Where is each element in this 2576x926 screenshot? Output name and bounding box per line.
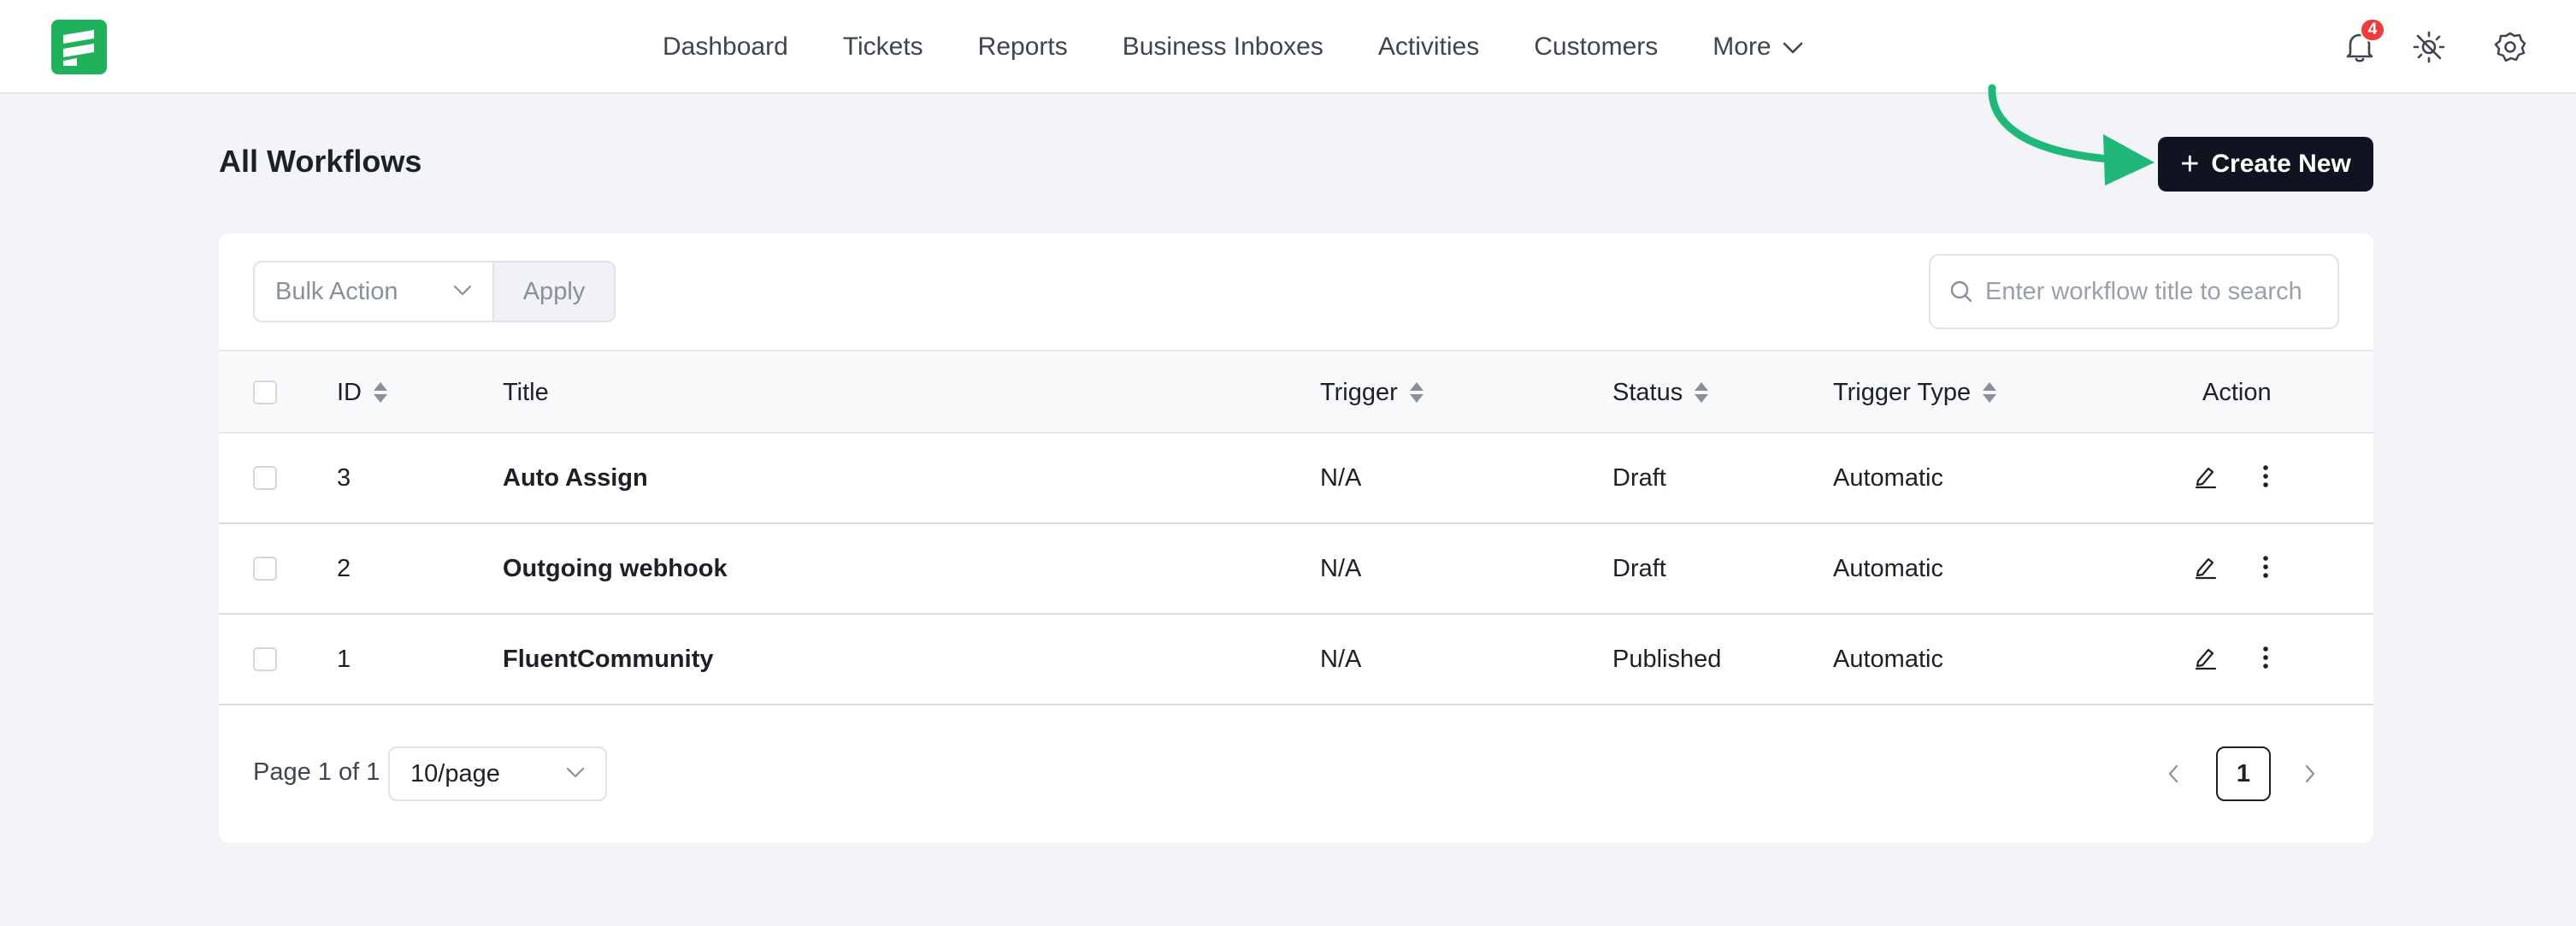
plus-icon: + (2180, 146, 2200, 182)
nav-more[interactable]: More (1712, 32, 1803, 62)
edit-button[interactable] (2190, 642, 2221, 673)
row-trigger: N/A (1320, 554, 1362, 582)
column-action-label: Action (2202, 378, 2272, 406)
column-title-label: Title (503, 378, 549, 406)
bulk-action-placeholder: Bulk Action (275, 277, 398, 305)
nav-dashboard[interactable]: Dashboard (663, 32, 788, 62)
row-title[interactable]: Auto Assign (503, 434, 648, 522)
edit-pen-icon (2195, 557, 2217, 580)
chevron-right-icon (2305, 764, 2315, 783)
search-box[interactable] (1929, 254, 2339, 329)
nav-more-label: More (1712, 32, 1771, 61)
column-id[interactable]: ID (337, 351, 389, 434)
row-trigger: N/A (1320, 645, 1362, 673)
workflows-card: Bulk Action Apply ID Title Trigger Statu… (219, 233, 2373, 843)
row-trigger: N/A (1320, 463, 1362, 492)
sort-icon (1409, 382, 1424, 403)
row-status: Draft (1612, 463, 1666, 492)
column-trigger-type[interactable]: Trigger Type (1833, 351, 1998, 434)
top-navbar: Dashboard Tickets Reports Business Inbox… (0, 0, 2576, 94)
annotation-arrow-icon (1988, 84, 2155, 186)
row-id: 1 (337, 645, 351, 673)
theme-toggle-button[interactable] (2410, 28, 2448, 66)
table-row[interactable]: 1 FluentCommunity N/A Published Automati… (219, 615, 2373, 705)
row-checkbox[interactable] (253, 466, 277, 490)
bulk-action-select[interactable]: Bulk Action (253, 261, 494, 322)
edit-button[interactable] (2190, 461, 2221, 492)
nav-activities[interactable]: Activities (1378, 32, 1479, 62)
page-title: All Workflows (219, 144, 422, 179)
column-trigger[interactable]: Trigger (1320, 351, 1425, 434)
column-action: Action (2202, 351, 2272, 434)
row-trigger-type: Automatic (1833, 554, 1943, 582)
sort-icon (1983, 382, 1997, 403)
more-actions-button[interactable] (2250, 461, 2281, 492)
search-icon (1950, 280, 1972, 303)
table-header: ID Title Trigger Status Trigger Type Act… (219, 350, 2373, 434)
apply-button[interactable]: Apply (492, 261, 616, 322)
chevron-down-icon (453, 285, 472, 296)
create-new-button[interactable]: + Create New (2158, 137, 2373, 192)
column-trigger-label: Trigger (1320, 378, 1398, 406)
nav-tickets[interactable]: Tickets (843, 32, 923, 62)
table-row[interactable]: 2 Outgoing webhook N/A Draft Automatic (219, 524, 2373, 615)
row-title[interactable]: FluentCommunity (503, 615, 714, 704)
nav-reports[interactable]: Reports (978, 32, 1068, 62)
column-title: Title (503, 351, 549, 434)
more-actions-button[interactable] (2250, 642, 2281, 673)
notification-count-badge: 4 (2360, 18, 2385, 42)
prev-page-button[interactable] (2155, 753, 2192, 794)
nav-customers[interactable]: Customers (1534, 32, 1658, 62)
chevron-left-icon (2168, 764, 2178, 783)
table-row[interactable]: 3 Auto Assign N/A Draft Automatic (219, 434, 2373, 524)
settings-button[interactable] (2491, 28, 2529, 66)
page-count-text: Page 1 of 1 (253, 758, 380, 786)
gear-icon (2494, 32, 2526, 62)
edit-button[interactable] (2190, 551, 2221, 582)
vertical-dots-icon (2263, 646, 2268, 669)
chevron-down-icon (1783, 42, 1802, 54)
row-checkbox[interactable] (253, 557, 277, 581)
app-logo[interactable] (51, 20, 107, 74)
row-checkbox[interactable] (253, 647, 277, 671)
column-status[interactable]: Status (1612, 351, 1710, 434)
sort-icon (374, 382, 387, 403)
nav-business-inboxes[interactable]: Business Inboxes (1123, 32, 1323, 62)
row-trigger-type: Automatic (1833, 645, 1943, 673)
vertical-dots-icon (2263, 465, 2268, 487)
row-trigger-type: Automatic (1833, 463, 1943, 492)
per-page-select[interactable]: 10/page (388, 746, 607, 801)
row-id: 3 (337, 463, 351, 492)
chevron-down-icon (566, 767, 585, 778)
more-actions-button[interactable] (2250, 551, 2281, 582)
sun-icon (2413, 31, 2445, 63)
select-all-checkbox[interactable] (253, 380, 277, 404)
column-status-label: Status (1612, 378, 1683, 406)
page-number-button[interactable]: 1 (2216, 746, 2271, 801)
column-trigger-type-label: Trigger Type (1833, 378, 1972, 406)
row-status: Published (1612, 645, 1722, 673)
main-nav: Dashboard Tickets Reports Business Inbox… (663, 0, 1804, 94)
edit-pen-icon (2195, 467, 2217, 489)
row-id: 2 (337, 554, 351, 582)
search-input[interactable] (1985, 277, 2310, 306)
column-id-label: ID (337, 378, 362, 406)
edit-pen-icon (2195, 648, 2217, 670)
create-new-label: Create New (2211, 150, 2351, 178)
per-page-value: 10/page (410, 759, 500, 787)
row-title[interactable]: Outgoing webhook (503, 524, 728, 613)
vertical-dots-icon (2263, 556, 2268, 578)
sort-icon (1695, 382, 1709, 403)
row-status: Draft (1612, 554, 1666, 582)
next-page-button[interactable] (2291, 753, 2329, 794)
